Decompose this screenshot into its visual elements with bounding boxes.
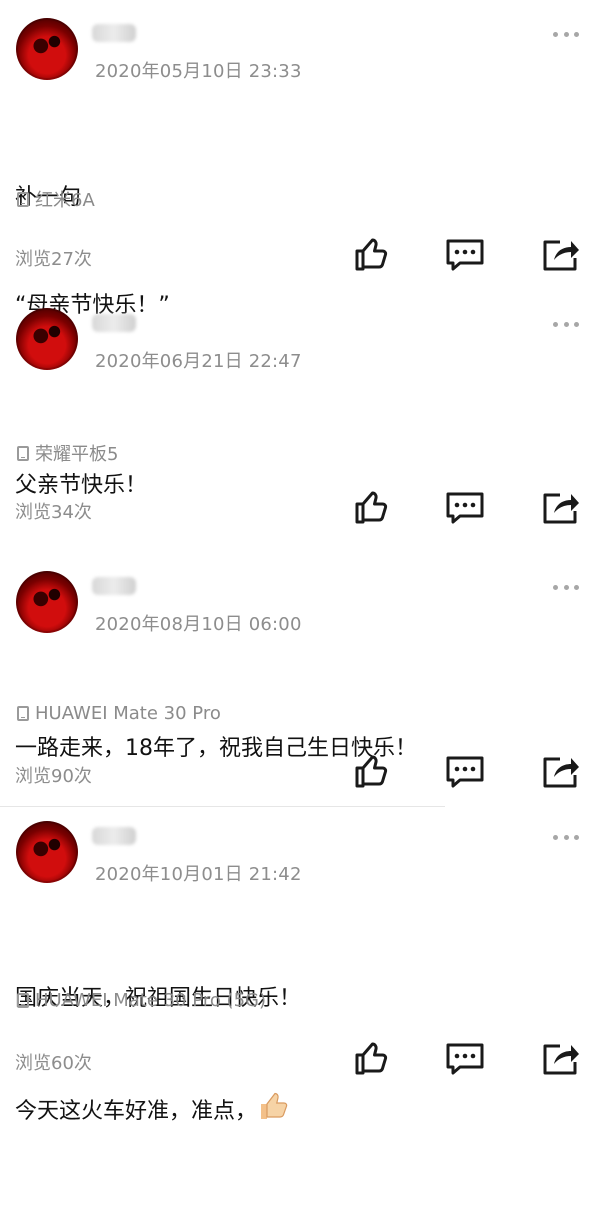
thumbs-up-icon — [355, 238, 388, 271]
username-blurred[interactable] — [92, 24, 136, 42]
device-label: 荣耀平板5 — [17, 440, 118, 466]
post-content: 一路走来，18年了，祝我自己生日快乐！ — [15, 659, 417, 839]
comment-bubble-icon — [446, 1043, 484, 1075]
divider — [0, 806, 445, 807]
comment-button[interactable] — [443, 751, 487, 791]
share-button[interactable] — [538, 487, 582, 527]
share-arrow-icon — [543, 757, 579, 788]
post-time: 2020年10月01日 21:42 — [95, 864, 302, 885]
username-blurred[interactable] — [92, 314, 136, 332]
comment-bubble-icon — [446, 756, 484, 788]
like-button[interactable] — [349, 234, 393, 274]
thumbs-up-icon — [355, 755, 388, 788]
device-label: HUAWEI Mate 30 Pro — [17, 703, 221, 724]
comment-button[interactable] — [443, 487, 487, 527]
phone-icon — [17, 993, 29, 1008]
device-label: HUAWEI Mate 30 Pro (5G) — [17, 990, 266, 1011]
share-arrow-icon — [543, 240, 579, 271]
post-line-with-emoji: 今天这火车好准，准点， — [15, 1089, 301, 1135]
view-count: 浏览27次 — [15, 249, 92, 270]
view-count: 浏览90次 — [15, 766, 92, 787]
more-dots-icon[interactable] — [553, 316, 579, 332]
avatar[interactable] — [16, 571, 78, 633]
username-blurred[interactable] — [92, 577, 136, 595]
comment-bubble-icon — [446, 492, 484, 524]
avatar[interactable] — [16, 18, 78, 80]
phone-icon — [17, 706, 29, 721]
post-content: 父亲节快乐！ — [15, 396, 147, 576]
more-dots-icon[interactable] — [553, 829, 579, 845]
post-time: 2020年06月21日 22:47 — [95, 351, 302, 372]
share-button[interactable] — [538, 751, 582, 791]
share-button[interactable] — [538, 1038, 582, 1078]
post-time: 2020年08月10日 06:00 — [95, 614, 302, 635]
avatar[interactable] — [16, 821, 78, 883]
comment-bubble-icon — [446, 239, 484, 271]
like-button[interactable] — [349, 1038, 393, 1078]
avatar[interactable] — [16, 308, 78, 370]
thumbs-up-icon — [355, 491, 388, 524]
username-blurred[interactable] — [92, 827, 136, 845]
device-name: 红米6A — [35, 190, 95, 211]
device-label: 红米6A — [17, 186, 95, 212]
share-button[interactable] — [538, 234, 582, 274]
post-line: 今天这火车好准，准点， — [15, 1099, 258, 1124]
phone-icon — [17, 191, 29, 207]
share-arrow-icon — [543, 1044, 579, 1075]
more-dots-icon[interactable] — [553, 26, 579, 42]
comment-button[interactable] — [443, 1038, 487, 1078]
more-dots-icon[interactable] — [553, 579, 579, 595]
thumbs-up-icon — [355, 1042, 388, 1075]
view-count: 浏览60次 — [15, 1053, 92, 1074]
view-count: 浏览34次 — [15, 502, 92, 523]
like-button[interactable] — [349, 751, 393, 791]
post-time: 2020年05月10日 23:33 — [95, 61, 302, 82]
thumbs-up-emoji-icon — [257, 1089, 291, 1135]
comment-button[interactable] — [443, 234, 487, 274]
device-name: 荣耀平板5 — [35, 444, 119, 465]
share-arrow-icon — [543, 493, 579, 524]
like-button[interactable] — [349, 487, 393, 527]
device-name: HUAWEI Mate 30 Pro — [35, 703, 221, 724]
device-name: HUAWEI Mate 30 Pro (5G) — [35, 990, 267, 1011]
phone-icon — [17, 445, 29, 461]
